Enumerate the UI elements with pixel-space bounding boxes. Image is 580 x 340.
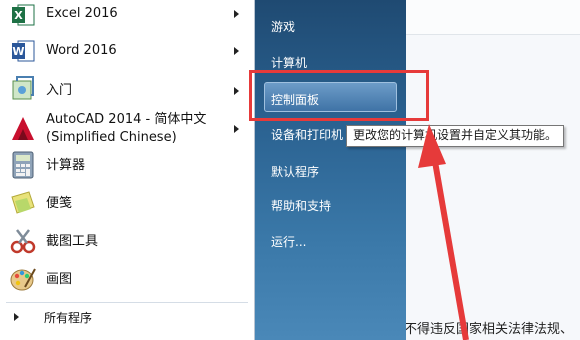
program-autocad[interactable]: AutoCAD 2014 - 简体中文 (Simplified Chinese) [0, 110, 254, 148]
background-page [406, 0, 580, 340]
menu-item-default-programs[interactable]: 默认程序 [271, 163, 319, 180]
program-label: 入门 [46, 83, 73, 98]
all-programs-label: 所有程序 [44, 311, 93, 325]
menu-item-devices-printers[interactable]: 设备和打印机 [271, 126, 343, 143]
submenu-arrow-icon [234, 87, 239, 95]
program-sticky-notes[interactable]: 便笺 [0, 188, 254, 220]
menu-separator [6, 302, 248, 303]
program-label: 画图 [46, 272, 73, 287]
program-getting-started[interactable]: 入门 [0, 74, 254, 106]
getting-started-icon [8, 74, 38, 104]
annotation-highlight-box [249, 70, 429, 121]
autocad-icon [8, 114, 38, 144]
background-page-text: 不得违反国家相关法律法规、 [404, 322, 574, 337]
paint-palette-icon [8, 264, 38, 294]
menu-item-computer[interactable]: 计算机 [271, 54, 307, 71]
program-label: 计算器 [46, 158, 86, 173]
calculator-icon [8, 150, 38, 180]
program-label: Excel 2016 [46, 6, 118, 21]
expand-arrow-icon [14, 313, 19, 321]
program-excel[interactable]: X Excel 2016 [0, 0, 254, 30]
control-panel-tooltip: 更改您的计算机设置并自定义其功能。 [346, 125, 565, 147]
sticky-notes-icon [8, 188, 38, 218]
excel-icon: X [8, 0, 38, 30]
program-label: Word 2016 [46, 43, 117, 58]
program-label: 截图工具 [46, 234, 99, 249]
program-snipping-tool[interactable]: 截图工具 [0, 226, 254, 258]
program-label: AutoCAD 2014 - 简体中文 [46, 112, 207, 127]
program-word[interactable]: W Word 2016 [0, 36, 254, 66]
all-programs-button[interactable]: 所有程序 [0, 306, 254, 330]
submenu-arrow-icon [234, 125, 239, 133]
start-menu-programs-panel: X Excel 2016 W Word 2016 入门 AutoCAD 2014… [0, 0, 255, 340]
program-paint[interactable]: 画图 [0, 264, 254, 296]
svg-text:W: W [12, 45, 24, 58]
menu-item-run[interactable]: 运行... [271, 233, 306, 250]
submenu-arrow-icon [234, 47, 239, 55]
program-calculator[interactable]: 计算器 [0, 150, 254, 182]
menu-item-games[interactable]: 游戏 [271, 18, 295, 35]
program-label: 便笺 [46, 196, 73, 211]
background-page-header [406, 0, 580, 35]
word-icon: W [8, 36, 38, 66]
scissors-icon [8, 226, 38, 256]
submenu-arrow-icon [234, 10, 239, 18]
svg-text:X: X [14, 9, 23, 22]
menu-item-help-support[interactable]: 帮助和支持 [271, 197, 331, 214]
program-label-secondary: (Simplified Chinese) [46, 130, 177, 145]
